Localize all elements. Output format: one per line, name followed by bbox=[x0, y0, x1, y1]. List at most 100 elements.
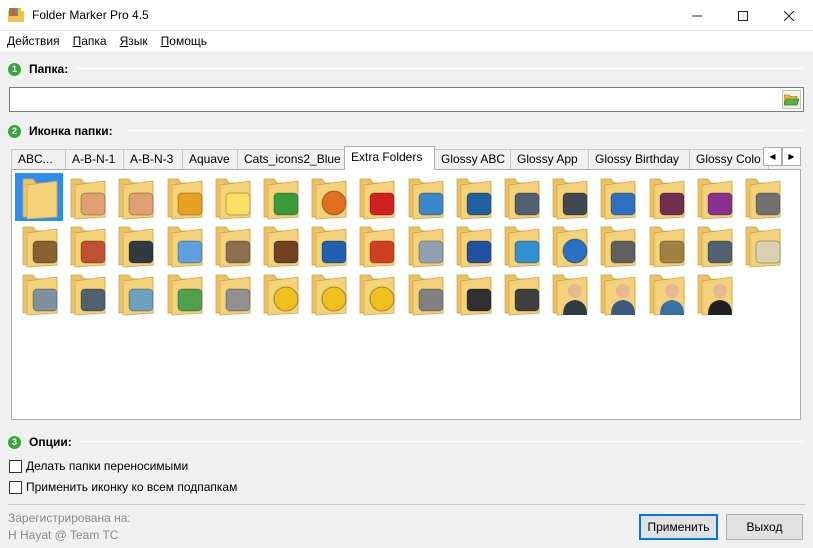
tab-a-b-n-1[interactable]: A-B-N-1 bbox=[65, 149, 124, 170]
folder-icon bbox=[167, 178, 203, 220]
office-chair-icon[interactable] bbox=[111, 221, 159, 269]
folder-icon bbox=[22, 178, 58, 220]
basketball-icon[interactable] bbox=[304, 173, 352, 221]
help-circle-icon[interactable] bbox=[545, 221, 593, 269]
help-circle-overlay bbox=[562, 238, 588, 264]
flowchart-icon[interactable] bbox=[401, 221, 449, 269]
menu-bar: Действия Папка Язык Помощь bbox=[0, 31, 813, 51]
tv-icon[interactable] bbox=[449, 269, 497, 317]
close-button[interactable] bbox=[766, 0, 812, 31]
tab-glossy-app[interactable]: Glossy App bbox=[510, 149, 589, 170]
laptop-icon[interactable] bbox=[497, 173, 545, 221]
math-formula-icon[interactable] bbox=[449, 221, 497, 269]
red-car-overlay bbox=[369, 192, 395, 216]
tab-extra-folders[interactable]: Extra Folders bbox=[344, 146, 435, 170]
webcam-icon[interactable] bbox=[497, 269, 545, 317]
usb-stick-icon[interactable] bbox=[208, 269, 256, 317]
folder-icon bbox=[167, 226, 203, 268]
woman-icon[interactable] bbox=[642, 269, 690, 317]
folder-icon bbox=[745, 226, 781, 268]
blank-folder-icon[interactable] bbox=[15, 173, 63, 221]
smiley-wow-icon[interactable] bbox=[352, 269, 400, 317]
tab-glossy-birthday[interactable]: Glossy Birthday bbox=[588, 149, 690, 170]
house-icon[interactable] bbox=[63, 221, 111, 269]
apply-button[interactable]: Применить bbox=[639, 514, 718, 540]
medical-caduceus-icon[interactable] bbox=[160, 269, 208, 317]
subfolders-option[interactable]: Применить иконку ко всем подпапкам bbox=[9, 480, 237, 494]
microscope-icon[interactable] bbox=[63, 269, 111, 317]
beer-mug-overlay bbox=[177, 192, 203, 216]
light-bulb-icon[interactable] bbox=[208, 173, 256, 221]
folder-icon bbox=[263, 274, 299, 316]
database-icon[interactable] bbox=[593, 173, 641, 221]
tab-scroll-right-button[interactable]: ▶ bbox=[782, 147, 801, 166]
calculator-icon[interactable] bbox=[690, 221, 738, 269]
menu-help[interactable]: Помощь bbox=[154, 31, 213, 51]
folder-path-input[interactable] bbox=[9, 87, 804, 112]
maximize-button[interactable] bbox=[720, 0, 766, 31]
menu-language[interactable]: Язык bbox=[113, 31, 154, 51]
monitor-icon[interactable] bbox=[449, 173, 497, 221]
cat-icon[interactable] bbox=[738, 173, 786, 221]
subfolders-checkbox[interactable] bbox=[9, 480, 22, 494]
blue-book-icon[interactable] bbox=[304, 221, 352, 269]
truck-icon[interactable] bbox=[401, 173, 449, 221]
folder-icon bbox=[745, 178, 781, 220]
divider bbox=[76, 68, 804, 69]
radio-icon[interactable] bbox=[401, 269, 449, 317]
skull-icon[interactable] bbox=[738, 221, 786, 269]
dog-icon[interactable] bbox=[15, 221, 63, 269]
thumbs-up-icon[interactable] bbox=[63, 173, 111, 221]
tab-a-b-n-3[interactable]: A-B-N-3 bbox=[123, 149, 183, 170]
dog-overlay bbox=[32, 240, 58, 264]
folder-icon bbox=[552, 178, 588, 220]
minimize-icon bbox=[692, 15, 702, 16]
shopping-cart-icon[interactable] bbox=[256, 173, 304, 221]
smiley-wow-overlay bbox=[369, 286, 395, 312]
menu-actions[interactable]: Действия bbox=[0, 31, 66, 51]
monitor-overlay bbox=[466, 192, 492, 216]
exit-button[interactable]: Выход bbox=[726, 514, 803, 540]
tab-scroll-left-button[interactable]: ◀ bbox=[763, 147, 782, 166]
browse-folder-button[interactable] bbox=[782, 90, 801, 109]
magnifier-icon[interactable] bbox=[111, 269, 159, 317]
tab-glossy-color[interactable]: Glossy Colo bbox=[689, 149, 769, 170]
chat-bubbles-icon[interactable] bbox=[160, 221, 208, 269]
woman-dark-icon[interactable] bbox=[690, 269, 738, 317]
eyeglass-frame-icon[interactable] bbox=[690, 173, 738, 221]
folder-icon bbox=[456, 274, 492, 316]
donkey-icon[interactable] bbox=[208, 221, 256, 269]
portable-option[interactable]: Делать папки переносимыми bbox=[9, 459, 188, 473]
folder-icon bbox=[311, 226, 347, 268]
tab-aquave[interactable]: Aquave bbox=[182, 149, 238, 170]
smiley-happy-icon[interactable] bbox=[256, 269, 304, 317]
smiley-sad-icon[interactable] bbox=[304, 269, 352, 317]
scales-icon[interactable] bbox=[642, 221, 690, 269]
wordpress-book-icon[interactable] bbox=[256, 221, 304, 269]
folder-icon bbox=[70, 226, 106, 268]
portable-checkbox[interactable] bbox=[9, 459, 22, 473]
businessman-icon[interactable] bbox=[545, 269, 593, 317]
minimize-button[interactable] bbox=[674, 0, 720, 31]
tab-cats-icons2-blue[interactable]: Cats_icons2_Blue bbox=[237, 149, 345, 170]
thumbs-down-icon[interactable] bbox=[111, 173, 159, 221]
folder-icon bbox=[263, 226, 299, 268]
java-cup-icon[interactable] bbox=[352, 221, 400, 269]
glasses-icon[interactable] bbox=[642, 173, 690, 221]
tab-glossy-abc[interactable]: Glossy ABC bbox=[434, 149, 511, 170]
menu-folder[interactable]: Папка bbox=[66, 31, 113, 51]
beer-mug-icon[interactable] bbox=[160, 173, 208, 221]
step-badge-2: 2 bbox=[8, 124, 21, 138]
keys-icon[interactable] bbox=[15, 269, 63, 317]
wordpress-book-overlay bbox=[273, 240, 299, 264]
man-icon[interactable] bbox=[593, 269, 641, 317]
red-car-icon[interactable] bbox=[352, 173, 400, 221]
thumbs-up-overlay bbox=[80, 192, 106, 216]
divider bbox=[127, 130, 804, 131]
tv-overlay bbox=[466, 288, 492, 312]
tab-abc[interactable]: ABC... bbox=[11, 149, 66, 170]
tools-icon[interactable] bbox=[593, 221, 641, 269]
folder-icon bbox=[360, 178, 395, 220]
server-tower-icon[interactable] bbox=[545, 173, 593, 221]
cubes-icon[interactable] bbox=[497, 221, 545, 269]
